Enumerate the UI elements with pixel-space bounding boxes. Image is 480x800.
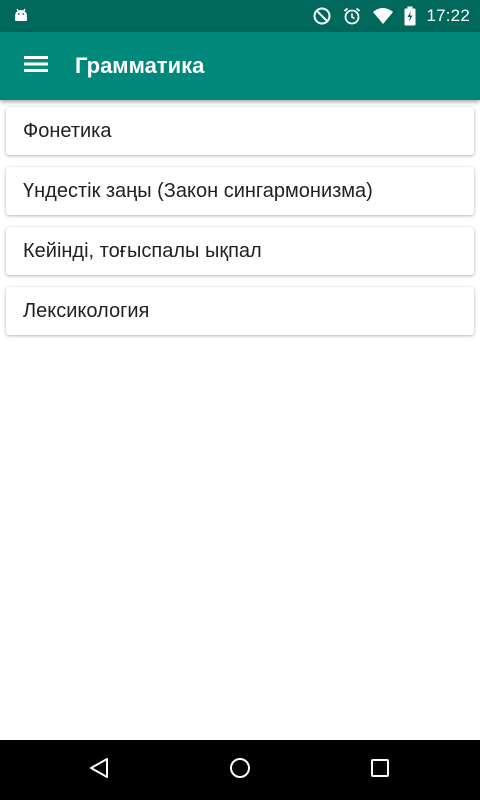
list-item[interactable]: Үндестік заңы (Закон сингармонизма)	[6, 167, 474, 215]
back-icon	[87, 756, 111, 785]
list-item-label: Үндестік заңы (Закон сингармонизма)	[23, 179, 373, 202]
wifi-icon	[372, 7, 394, 25]
android-notification-icon	[12, 6, 30, 24]
list-item[interactable]: Кейінді, тоғыспалы ықпал	[6, 227, 474, 275]
list-item[interactable]: Фонетика	[6, 107, 474, 155]
battery-charging-icon	[404, 6, 416, 26]
topic-list: Фонетика Үндестік заңы (Закон сингармони…	[0, 100, 480, 347]
list-item-label: Фонетика	[23, 119, 112, 142]
list-item-label: Лексикология	[23, 299, 150, 322]
app-bar: Грамматика	[0, 32, 480, 100]
list-item-label: Кейінді, тоғыспалы ықпал	[23, 239, 262, 262]
navigation-bar	[0, 740, 480, 800]
status-time: 17:22	[426, 6, 470, 25]
page-title: Грамматика	[75, 53, 205, 78]
home-icon	[228, 756, 252, 785]
recents-button[interactable]	[355, 745, 405, 795]
recents-icon	[369, 757, 391, 784]
list-item[interactable]: Лексикология	[6, 287, 474, 335]
menu-button[interactable]	[12, 42, 60, 90]
alarm-icon	[342, 6, 362, 26]
do-not-disturb-icon	[312, 6, 332, 26]
back-button[interactable]	[74, 745, 124, 795]
home-button[interactable]	[215, 745, 265, 795]
status-bar: 17:22	[0, 0, 480, 32]
status-icons: 17:22	[312, 0, 480, 32]
hamburger-menu-icon	[24, 54, 48, 79]
